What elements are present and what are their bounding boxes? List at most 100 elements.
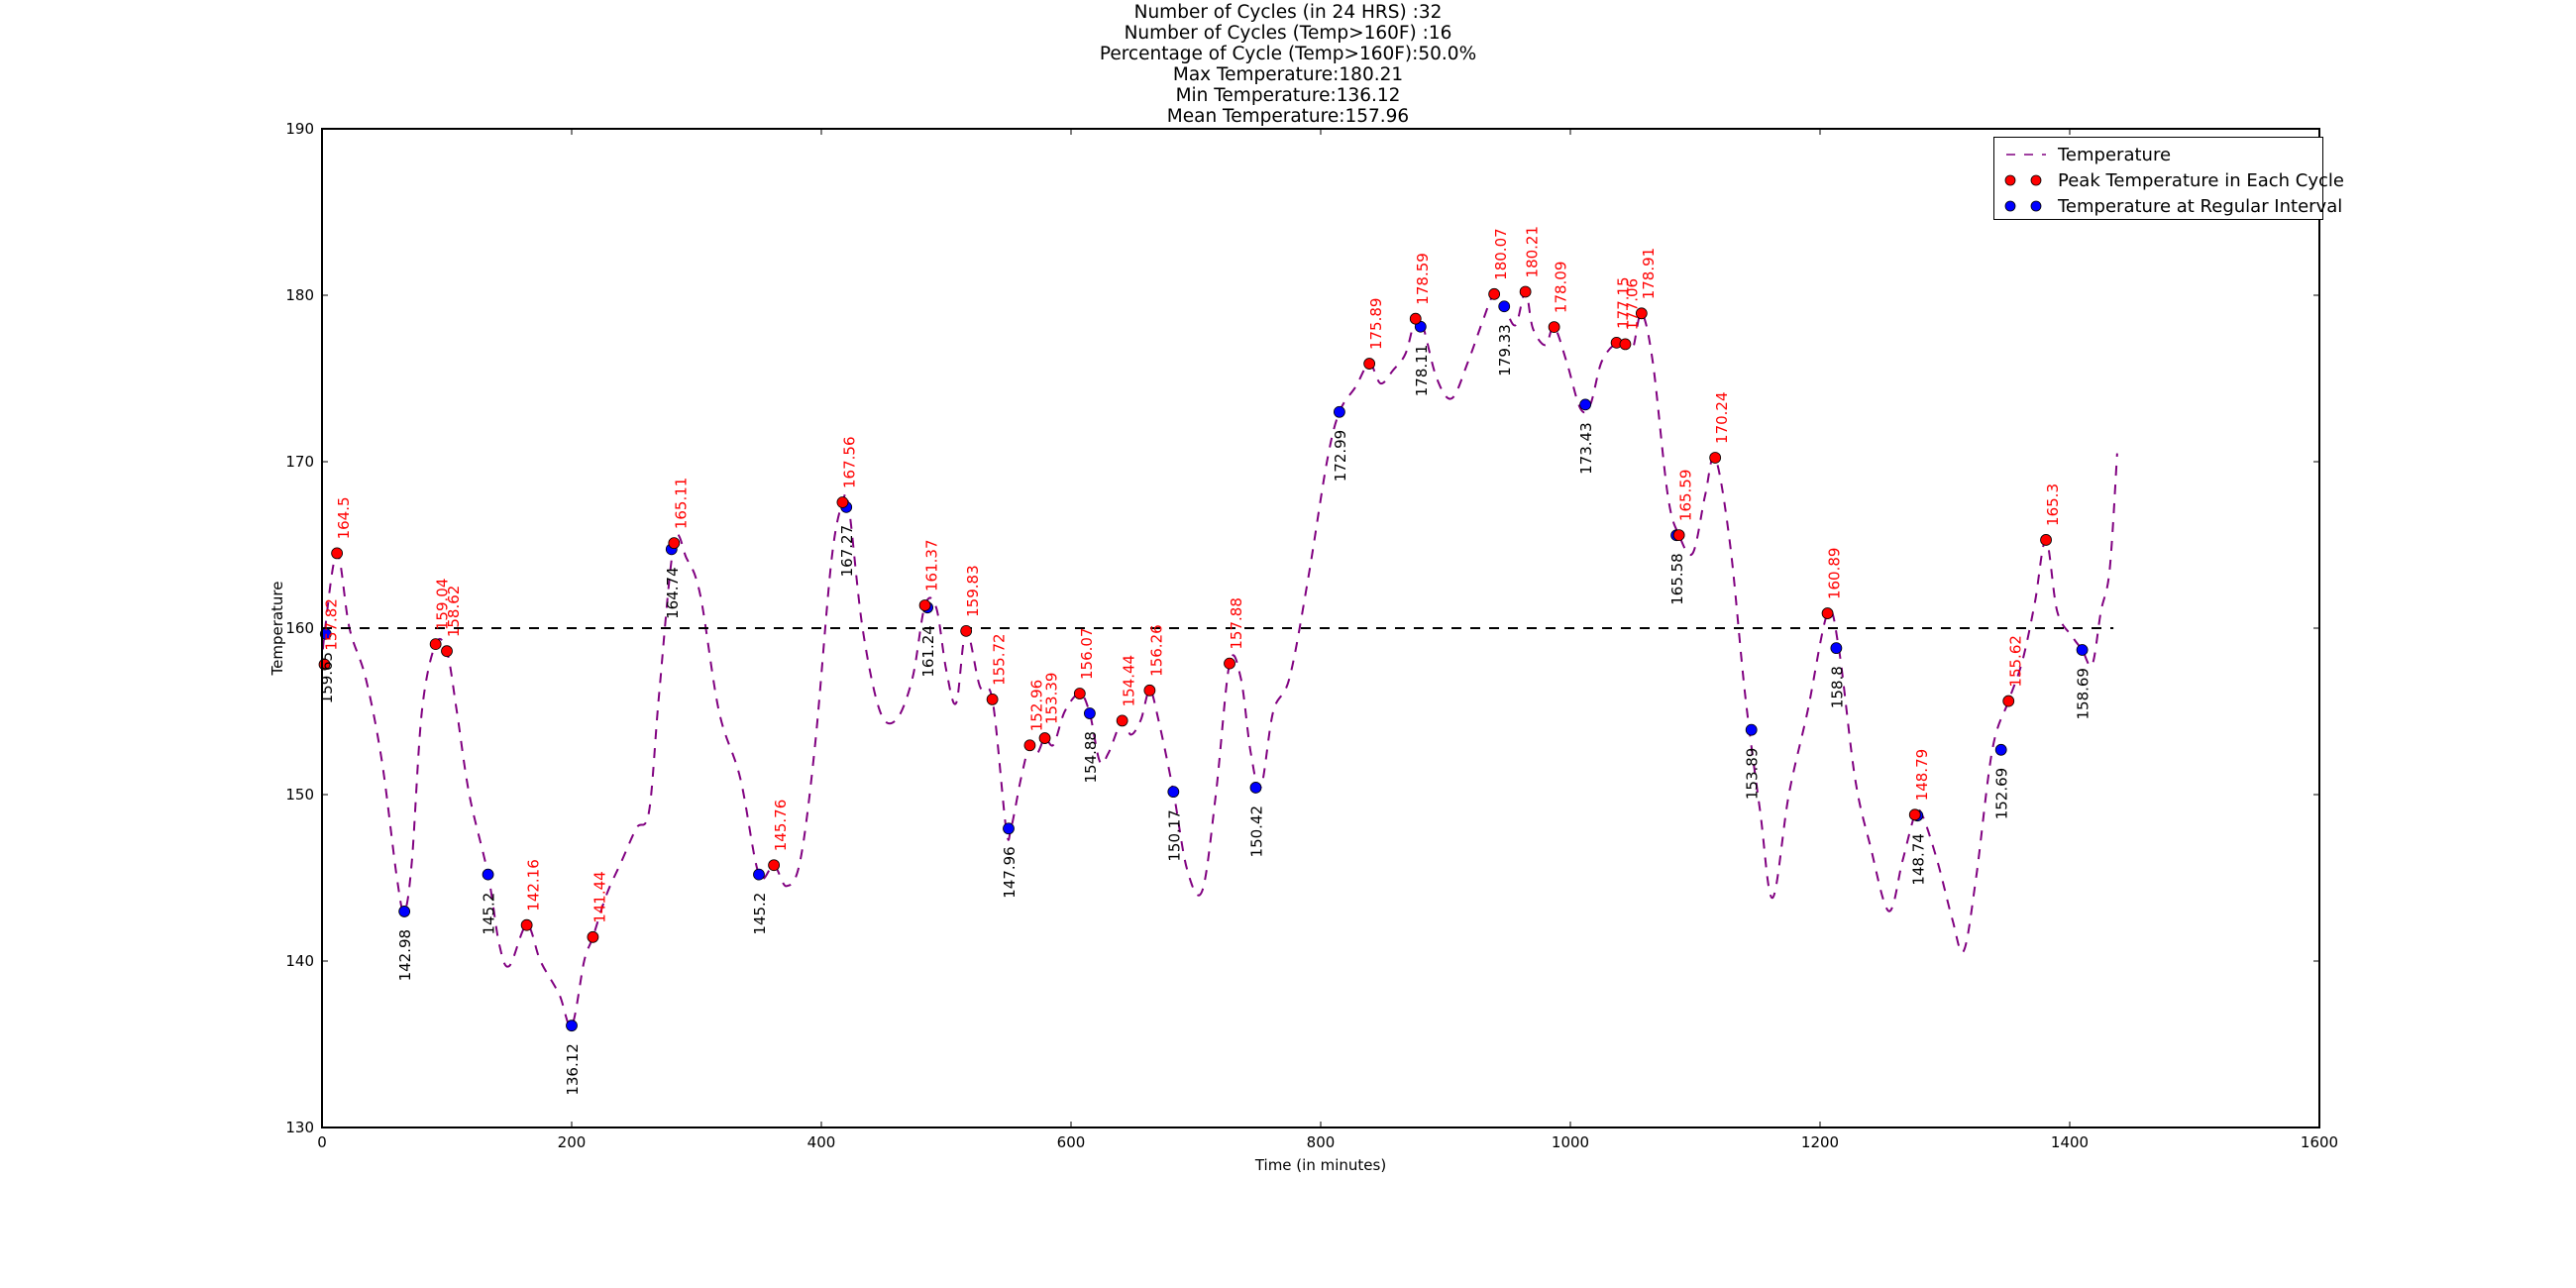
peak-point xyxy=(441,645,453,658)
peak-label: 165.3 xyxy=(2044,483,2062,526)
peak-point xyxy=(331,547,344,560)
peak-point xyxy=(668,537,681,550)
peak-point xyxy=(1619,338,1632,351)
y-tick-label: 160 xyxy=(285,619,314,637)
peak-label: 170.24 xyxy=(1713,391,1731,444)
regular-interval-point xyxy=(1167,786,1180,799)
legend-label: Temperature xyxy=(2058,145,2172,165)
peak-point xyxy=(1908,808,1921,821)
peak-label: 160.89 xyxy=(1826,548,1844,600)
regular-interval-label: 145.2 xyxy=(751,893,769,935)
peak-point xyxy=(2002,695,2015,707)
peak-point xyxy=(1672,529,1685,541)
x-tick-label: 400 xyxy=(807,1133,836,1151)
regular-interval-point xyxy=(398,906,411,917)
y-tick-label: 170 xyxy=(285,453,314,471)
peak-label: 175.89 xyxy=(1367,298,1385,351)
peak-label: 164.5 xyxy=(335,496,353,539)
peak-point xyxy=(1548,321,1560,333)
regular-interval-label: 159.65 xyxy=(318,652,336,704)
regular-interval-label: 178.11 xyxy=(1413,345,1431,397)
regular-interval-label: 145.2 xyxy=(481,893,498,935)
legend-item-peak: Peak Temperature in Each Cycle xyxy=(1994,167,2344,193)
y-tick-label: 190 xyxy=(285,120,314,138)
peak-label: 156.07 xyxy=(1078,628,1096,681)
peak-label: 180.21 xyxy=(1524,226,1542,278)
peak-label: 180.07 xyxy=(1492,228,1510,280)
regular-interval-label: 158.8 xyxy=(1828,666,1846,708)
peak-label: 157.88 xyxy=(1228,597,1245,650)
regular-interval-label: 152.69 xyxy=(1993,768,2011,820)
regular-interval-label: 147.96 xyxy=(1001,846,1019,899)
blue-circle-marker-icon xyxy=(2004,200,2042,212)
regular-interval-label: 172.99 xyxy=(1332,430,1349,483)
peak-point xyxy=(2040,534,2052,546)
regular-interval-point xyxy=(1830,642,1843,655)
red-circle-marker-icon xyxy=(2004,174,2042,186)
regular-interval-point xyxy=(1334,405,1345,418)
peak-label: 177.06 xyxy=(1623,278,1641,331)
regular-interval-point xyxy=(482,868,494,881)
regular-interval-point xyxy=(1579,398,1592,411)
peak-point xyxy=(1363,358,1376,370)
regular-interval-label: 158.69 xyxy=(2075,668,2093,720)
peak-label: 141.44 xyxy=(590,871,608,923)
peak-point xyxy=(1488,287,1501,300)
x-axis-label: Time (in minutes) xyxy=(1254,1156,1386,1174)
peak-point xyxy=(1023,739,1036,752)
peak-label: 145.76 xyxy=(772,800,790,852)
x-tick-label: 200 xyxy=(558,1133,587,1151)
regular-interval-label: 173.43 xyxy=(1577,422,1595,475)
peak-point xyxy=(1116,714,1128,727)
y-tick-label: 150 xyxy=(285,786,314,804)
regular-interval-point xyxy=(753,868,765,881)
regular-interval-label: 167.27 xyxy=(838,525,856,578)
regular-interval-label: 150.42 xyxy=(1247,805,1265,858)
peak-label: 178.59 xyxy=(1414,253,1432,305)
peak-label: 165.59 xyxy=(1677,470,1695,522)
regular-interval-label: 165.58 xyxy=(1668,553,1686,605)
regular-interval-label: 148.74 xyxy=(1909,833,1927,886)
regular-interval-label: 136.12 xyxy=(564,1043,582,1096)
peak-point xyxy=(1143,684,1156,697)
peak-label: 157.82 xyxy=(323,598,341,651)
peak-point xyxy=(1709,452,1722,464)
regular-interval-point xyxy=(2076,644,2089,656)
regular-interval-label: 164.74 xyxy=(664,567,682,619)
regular-interval-point xyxy=(1745,723,1758,736)
peak-label: 178.09 xyxy=(1553,262,1570,314)
regular-interval-label: 161.24 xyxy=(919,625,937,678)
peak-point xyxy=(520,918,533,931)
peak-label: 158.62 xyxy=(445,586,463,638)
peak-point xyxy=(1038,732,1051,744)
peak-point xyxy=(587,930,599,943)
regular-interval-label: 142.98 xyxy=(396,929,414,982)
peak-label: 155.72 xyxy=(991,633,1009,686)
peak-point xyxy=(429,638,442,651)
peak-point xyxy=(986,694,999,705)
regular-interval-label: 179.33 xyxy=(1496,324,1514,376)
y-axis-label: Temperature xyxy=(268,581,286,676)
y-tick-label: 130 xyxy=(285,1119,314,1136)
dashed-line-icon xyxy=(2006,154,2046,156)
peak-point xyxy=(960,624,973,637)
peak-label: 142.16 xyxy=(525,859,543,912)
peak-point xyxy=(1519,285,1532,298)
regular-interval-point xyxy=(1003,822,1015,835)
peak-label: 161.37 xyxy=(923,539,941,591)
x-tick-label: 1600 xyxy=(2301,1133,2338,1151)
peak-label: 148.79 xyxy=(1913,749,1931,802)
peak-label: 155.62 xyxy=(2006,635,2024,688)
legend-label: Temperature at Regular Interval xyxy=(2058,196,2343,217)
peak-label: 153.39 xyxy=(1043,673,1061,725)
peak-label: 167.56 xyxy=(840,436,858,488)
peak-label: 178.91 xyxy=(1640,248,1658,300)
legend-item-regular: Temperature at Regular Interval xyxy=(1994,193,2342,219)
peak-point xyxy=(918,599,931,611)
peak-label: 156.26 xyxy=(1147,624,1165,677)
peak-point xyxy=(1224,657,1235,670)
x-tick-label: 800 xyxy=(1307,1133,1336,1151)
x-tick-label: 0 xyxy=(317,1133,327,1151)
peak-point xyxy=(1409,312,1422,325)
regular-interval-point xyxy=(566,1020,578,1032)
